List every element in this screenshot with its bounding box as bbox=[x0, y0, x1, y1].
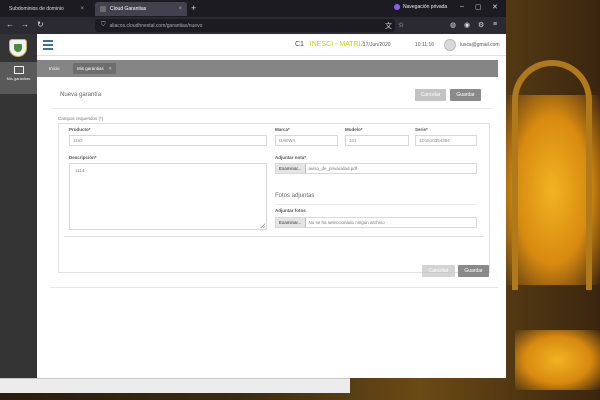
fotos-browse-button[interactable]: Examinar... bbox=[276, 218, 306, 227]
footer-cancel-button[interactable]: Cancelar bbox=[422, 265, 455, 277]
private-mask-icon bbox=[394, 4, 400, 10]
marca-field[interactable]: DAEWA bbox=[275, 135, 338, 146]
tab-label: Subdominios de dominio bbox=[9, 6, 64, 12]
descripcion-textarea[interactable]: 1114 bbox=[69, 163, 267, 230]
modelo-field[interactable]: 101 bbox=[345, 135, 409, 146]
reload-icon[interactable]: ↻ bbox=[37, 20, 44, 29]
serie-label: Serie* bbox=[415, 127, 428, 132]
close-window-icon[interactable]: ✕ bbox=[492, 3, 498, 11]
new-tab-icon[interactable]: + bbox=[191, 3, 196, 13]
cancel-button[interactable]: Cancelar bbox=[415, 89, 446, 101]
current-date: 17/Jun/2020 bbox=[363, 42, 391, 48]
company-logo[interactable] bbox=[9, 39, 27, 57]
footer-save-button[interactable]: Guardar bbox=[458, 265, 489, 277]
lit-archway-lower bbox=[515, 330, 600, 390]
nota-filename: aviso_de_privacidad.pdf bbox=[308, 166, 358, 171]
monitor-icon bbox=[13, 66, 24, 74]
url-text: aliacos.cloudhnestal.com/garantias/nuevo bbox=[109, 22, 203, 29]
hamburger-menu-icon[interactable] bbox=[43, 40, 53, 50]
sidebar: Mis garantias bbox=[0, 34, 37, 378]
arch-frame bbox=[512, 60, 592, 290]
nota-file-input[interactable]: Examinar... aviso_de_privacidad.pdf bbox=[275, 163, 477, 174]
producto-label: Producto* bbox=[69, 127, 91, 132]
save-button[interactable]: Guardar bbox=[450, 89, 481, 101]
favicon-icon bbox=[100, 6, 106, 12]
descripcion-label: Descripción* bbox=[69, 155, 97, 160]
tab-label: Cloud Garantias bbox=[110, 6, 147, 12]
modelo-label: Modelo* bbox=[345, 127, 363, 132]
breadcrumb: Inicio Mis garantias × bbox=[37, 60, 498, 77]
maximize-icon[interactable]: ▢ bbox=[475, 3, 482, 11]
user-avatar[interactable] bbox=[444, 39, 456, 51]
tab-strip: Subdominios de dominio × Cloud Garantias… bbox=[0, 0, 506, 17]
menu-icon[interactable]: ≡ bbox=[493, 21, 497, 28]
close-crumb-icon[interactable]: × bbox=[109, 66, 112, 72]
tab-cloud-garantias[interactable]: Cloud Garantias × bbox=[95, 2, 187, 16]
nota-browse-button[interactable]: Examinar... bbox=[276, 164, 306, 173]
fotos-filename: No se ha seleccionado ningún archivo bbox=[308, 220, 385, 225]
navigation-bar: ← → ↻ ⛉ aliacos.cloudhnestal.com/garanti… bbox=[0, 17, 506, 34]
serie-field[interactable]: 1D1510354354 bbox=[415, 135, 477, 146]
close-tab-icon[interactable]: × bbox=[80, 6, 84, 12]
translate-icon[interactable]: 文 bbox=[385, 21, 392, 31]
back-arrow-icon[interactable]: ← bbox=[6, 20, 14, 29]
tab-subdominios[interactable]: Subdominios de dominio × bbox=[4, 2, 89, 16]
crumb-mis-garantias[interactable]: Mis garantias × bbox=[73, 63, 116, 74]
page-title: Nueva garantía bbox=[60, 92, 102, 98]
fotos-label: Adjuntar fotos bbox=[275, 208, 306, 213]
web-app: Mis garantias C1 INESCI - MATRIZ 17/Jun/… bbox=[0, 34, 506, 378]
private-browsing-indicator: Navegación privada bbox=[394, 4, 447, 10]
extension-icon[interactable]: ⚙ bbox=[478, 21, 484, 29]
producto-field[interactable]: 1153 bbox=[69, 135, 267, 146]
fotos-file-input[interactable]: Examinar... No se ha seleccionado ningún… bbox=[275, 217, 477, 228]
marca-label: Marca* bbox=[275, 127, 290, 132]
required-note: Campos requeridos (*) bbox=[58, 116, 104, 121]
user-email[interactable]: lusca@gmail.com bbox=[460, 42, 500, 48]
fotos-section-title: Fotos adjuntas bbox=[275, 193, 315, 199]
address-bar[interactable]: ⛉ aliacos.cloudhnestal.com/garantias/nue… bbox=[95, 19, 395, 32]
shield-extension-icon[interactable]: ◍ bbox=[450, 21, 456, 29]
minimize-icon[interactable]: – bbox=[460, 3, 464, 10]
crumb-inicio[interactable]: Inicio bbox=[45, 63, 64, 74]
background-window-bottom bbox=[0, 378, 350, 393]
close-tab-icon[interactable]: × bbox=[178, 6, 182, 12]
shield-icon: ⛉ bbox=[101, 22, 106, 28]
sidebar-item-mis-garantias[interactable]: Mis garantias bbox=[0, 62, 37, 94]
current-time: 10:11:16 bbox=[415, 42, 435, 48]
account-icon[interactable]: ◉ bbox=[464, 21, 470, 29]
forward-arrow-icon[interactable]: → bbox=[21, 20, 29, 29]
company-name: C1 INESCI - MATRIZ bbox=[295, 41, 365, 48]
bookmark-star-icon[interactable]: ☆ bbox=[398, 21, 404, 29]
nota-label: Adjuntar nota* bbox=[275, 155, 306, 160]
warranty-form: Nueva garantía Cancelar Guardar Campos r… bbox=[47, 77, 498, 277]
browser-window: Subdominios de dominio × Cloud Garantias… bbox=[0, 0, 506, 378]
top-bar: C1 INESCI - MATRIZ 17/Jun/2020 10:11:16 … bbox=[37, 34, 506, 56]
resize-handle-icon[interactable] bbox=[260, 223, 265, 228]
form-panel: Producto* 1153 Marca* DAEWA Modelo* 101 … bbox=[58, 123, 490, 273]
